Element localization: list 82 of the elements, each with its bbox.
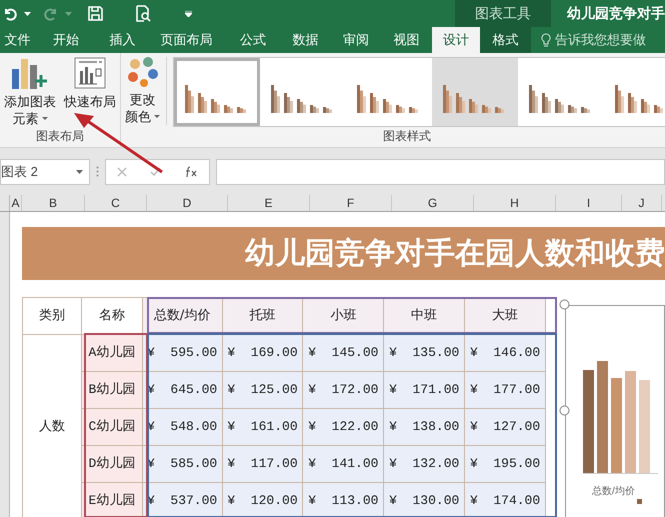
column-header[interactable]: A [10, 195, 22, 211]
formula-input[interactable] [216, 158, 665, 184]
group-label: 图表样式 [382, 128, 432, 145]
table-cell: ¥ 127.00 [464, 408, 546, 446]
chart-style-thumbnail[interactable] [432, 58, 518, 126]
column-heading: 名称 [82, 298, 142, 334]
customize-toolbar-icon[interactable] [185, 10, 192, 16]
table-cell: ¥ 177.00 [464, 372, 546, 408]
table-cell: ¥ 195.00 [464, 446, 546, 482]
table-cell: B幼儿园 [82, 372, 142, 408]
resize-handle-icon[interactable] [559, 405, 570, 416]
ribbon-tab[interactable]: 开始 [35, 27, 98, 53]
table-cell: ¥ 130.00 [384, 482, 465, 517]
table-cell: D幼儿园 [82, 446, 142, 482]
table-cell: ¥ 161.00 [222, 408, 303, 446]
resize-handle-icon[interactable] [559, 299, 570, 310]
ribbon-tab[interactable]: 公式 [226, 27, 280, 53]
table-cell: ¥ 125.00 [222, 372, 303, 408]
ribbon-tab[interactable]: 视图 [381, 27, 432, 53]
table-cell: ¥ 132.00 [384, 446, 465, 482]
column-header[interactable]: H [474, 195, 556, 211]
column-header[interactable]: E [228, 195, 310, 211]
legend-marker-icon [637, 499, 642, 504]
axis-label: 总数/均价 [592, 484, 635, 499]
column-header[interactable]: I [556, 195, 622, 211]
insert-function-icon[interactable] [184, 166, 198, 178]
column-header[interactable]: C [85, 195, 147, 211]
dropdown-caret-icon[interactable] [24, 12, 31, 16]
banner-title: 幼儿园竞争对手在园人数和收费 [22, 227, 665, 280]
ribbon-tab[interactable]: 设计 [432, 27, 480, 53]
ribbon-tab[interactable]: 格式 [480, 27, 532, 53]
more-icon [96, 166, 99, 177]
dropdown-caret-icon[interactable] [42, 117, 48, 120]
save-icon[interactable] [88, 6, 103, 21]
chart-area[interactable]: 总数/均价 [565, 305, 665, 517]
ribbon-button[interactable]: 快速布局 [62, 57, 118, 119]
add-chart-element-icon [12, 57, 48, 89]
window-title: 幼儿园竞争对手 [567, 4, 665, 23]
quick-layout-icon [74, 57, 106, 89]
column-header[interactable]: D [147, 195, 228, 211]
print-preview-icon[interactable] [135, 5, 151, 22]
ribbon-tab[interactable]: 审阅 [330, 27, 382, 53]
column-header[interactable]: G [392, 195, 474, 211]
column-header[interactable]: J [622, 195, 662, 211]
ribbon-tab[interactable]: 插入 [97, 27, 148, 53]
table-cell: ¥ 141.00 [302, 446, 384, 482]
undo-icon[interactable] [2, 6, 18, 22]
table-cell: ¥ 145.00 [302, 334, 384, 372]
table-cell: E幼儿园 [82, 482, 142, 517]
table-cell: ¥ 113.00 [302, 482, 384, 517]
table-cell: ¥ 122.00 [302, 408, 384, 446]
name-box[interactable]: 图表 2 [0, 158, 90, 184]
dropdown-caret-icon[interactable] [76, 170, 83, 174]
ribbon-button[interactable]: 更改 颜色 [123, 57, 167, 125]
column-header[interactable]: B [22, 195, 85, 211]
table-cell: ¥ 146.00 [464, 334, 546, 372]
dropdown-caret-icon[interactable] [154, 115, 160, 118]
table-cell: ¥ 120.00 [222, 482, 303, 517]
table-cell: ¥ 169.00 [222, 334, 303, 372]
ribbon-tab[interactable]: 页面布局 [148, 27, 226, 53]
color-palette-icon [128, 57, 158, 87]
table-cell: 人数 [22, 334, 82, 517]
ribbon-tab[interactable]: 文件 [0, 27, 36, 53]
lightbulb-icon [541, 33, 552, 47]
table-cell: C幼儿园 [82, 408, 142, 446]
group-label: 图表布局 [35, 128, 85, 145]
chart-style-thumbnail[interactable] [174, 58, 260, 126]
context-tab-label: 图表工具 [455, 0, 551, 27]
table-cell: ¥ 138.00 [384, 408, 465, 446]
column-header[interactable]: F [310, 195, 392, 211]
table-cell: A幼儿园 [82, 334, 142, 372]
table-cell: ¥ 117.00 [222, 446, 303, 482]
tell-me-field[interactable]: 告诉我您想要做 [555, 30, 665, 50]
ribbon-tab[interactable]: 数据 [280, 27, 331, 53]
column-heading: 类别 [22, 298, 82, 334]
name-box-text: 图表 2 [1, 162, 38, 181]
enter-icon[interactable] [150, 167, 161, 176]
ribbon-button[interactable]: 添加图表 元素 [2, 57, 58, 127]
table-cell: ¥ 174.00 [464, 482, 546, 517]
table-cell: ¥ 135.00 [384, 334, 465, 372]
table-cell: ¥ 171.00 [384, 372, 465, 408]
table-cell: ¥ 172.00 [302, 372, 384, 408]
